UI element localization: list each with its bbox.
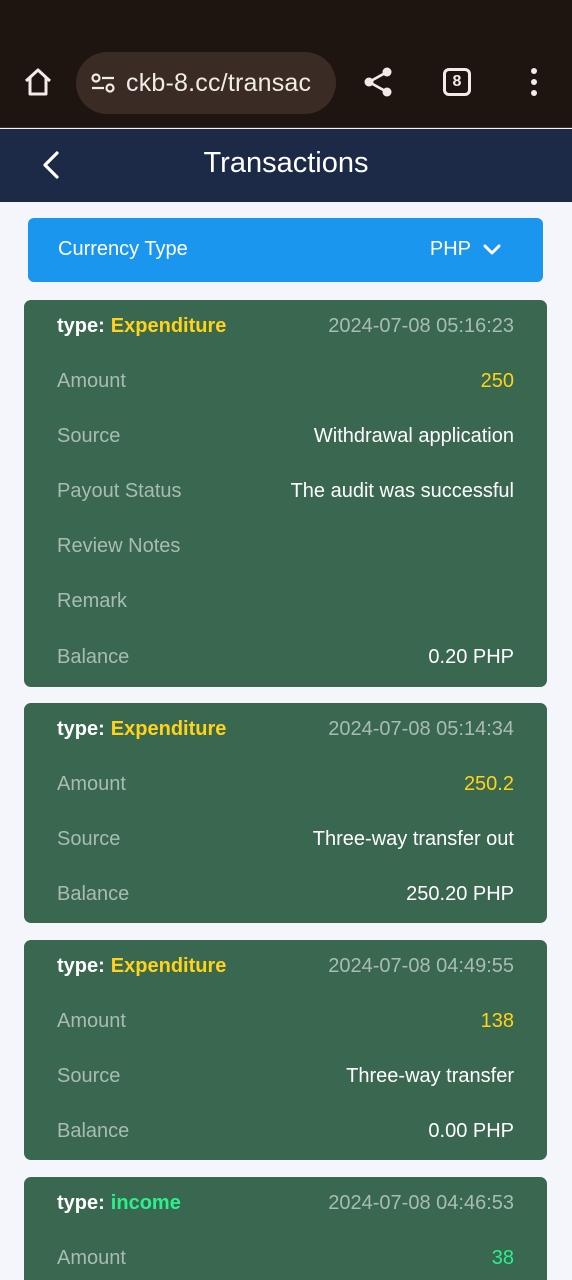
- share-icon[interactable]: [358, 62, 398, 102]
- row-key: Remark: [57, 589, 128, 612]
- row-value: Three-way transfer out: [312, 827, 514, 850]
- row-value: The audit was successful: [290, 479, 514, 502]
- transaction-header: type: Expenditure 2024-07-08 05:16:23: [57, 311, 514, 341]
- type-label: type:: [57, 954, 105, 977]
- row-key: Source: [57, 424, 121, 447]
- transaction-header: type: Expenditure 2024-07-08 05:14:34: [57, 714, 514, 744]
- row-key: Source: [57, 827, 121, 850]
- transaction-datetime: 2024-07-08 05:14:34: [328, 717, 514, 740]
- balance-value: 250.20 PHP: [406, 882, 514, 905]
- transaction-card: type: Expenditure 2024-07-08 05:16:23 Am…: [24, 300, 547, 687]
- amount-value: 38: [491, 1246, 514, 1269]
- row-key: Balance: [57, 882, 130, 905]
- type-label: type:: [57, 717, 105, 740]
- amount-value: 250: [480, 369, 514, 392]
- row-key: Amount: [57, 1246, 126, 1269]
- amount-value: 138: [480, 1009, 514, 1032]
- address-bar[interactable]: ckb-8.cc/transac: [76, 52, 336, 114]
- row-key: Review Notes: [57, 534, 181, 557]
- payout-status-row: Payout Status The audit was successful: [57, 476, 514, 506]
- row-value: Withdrawal application: [313, 424, 514, 447]
- transaction-card: type: income 2024-07-08 04:46:53 Amount …: [24, 1177, 547, 1280]
- row-key: Amount: [57, 369, 126, 392]
- transaction-datetime: 2024-07-08 05:16:23: [328, 314, 514, 337]
- row-key: Balance: [57, 1119, 130, 1142]
- row-key: Source: [57, 1064, 121, 1087]
- review-notes-row: Review Notes: [57, 531, 514, 561]
- amount-row: Amount 138: [57, 1006, 514, 1036]
- balance-row: Balance 0.20 PHP: [57, 642, 514, 672]
- url-text[interactable]: ckb-8.cc/transac: [126, 69, 311, 98]
- row-key: Amount: [57, 772, 126, 795]
- source-row: Source Three-way transfer out: [57, 824, 514, 854]
- transaction-header: type: Expenditure 2024-07-08 04:49:55: [57, 951, 514, 981]
- site-settings-icon[interactable]: [88, 68, 118, 98]
- tab-switcher-button[interactable]: 8: [443, 68, 471, 96]
- type-label: type:: [57, 1191, 105, 1214]
- type-value: Expenditure: [110, 314, 227, 337]
- source-row: Source Three-way transfer: [57, 1061, 514, 1091]
- page-title: Transactions: [203, 147, 369, 179]
- more-options-icon[interactable]: [518, 62, 550, 102]
- type-value: Expenditure: [110, 954, 227, 977]
- amount-row: Amount 38: [57, 1243, 514, 1273]
- type-label: type:: [57, 314, 105, 337]
- home-icon[interactable]: [18, 62, 58, 102]
- transaction-card: type: Expenditure 2024-07-08 04:49:55 Am…: [24, 940, 547, 1160]
- row-value: Three-way transfer: [346, 1064, 514, 1087]
- transaction-datetime: 2024-07-08 04:49:55: [328, 954, 514, 977]
- row-key: Amount: [57, 1009, 126, 1032]
- balance-value: 0.00 PHP: [428, 1119, 514, 1142]
- amount-row: Amount 250: [57, 366, 514, 396]
- balance-row: Balance 250.20 PHP: [57, 879, 514, 909]
- currency-value: PHP: [429, 238, 471, 260]
- chevron-down-icon: [481, 240, 503, 260]
- currency-type-label: Currency Type: [58, 238, 188, 260]
- app-header: Transactions: [0, 129, 572, 202]
- transaction-header: type: income 2024-07-08 04:46:53: [57, 1188, 514, 1218]
- row-key: Payout Status: [57, 479, 182, 502]
- source-row: Source Withdrawal application: [57, 421, 514, 451]
- currency-type-selector[interactable]: Currency Type PHP: [28, 218, 543, 282]
- balance-row: Balance 0.00 PHP: [57, 1116, 514, 1146]
- transaction-card: type: Expenditure 2024-07-08 05:14:34 Am…: [24, 703, 547, 923]
- browser-toolbar: ckb-8.cc/transac 8: [0, 0, 572, 128]
- amount-row: Amount 250.2: [57, 769, 514, 799]
- transaction-datetime: 2024-07-08 04:46:53: [328, 1191, 514, 1214]
- type-value: Expenditure: [110, 717, 227, 740]
- type-value: income: [110, 1191, 181, 1214]
- row-key: Balance: [57, 645, 130, 668]
- remark-row: Remark: [57, 586, 514, 616]
- amount-value: 250.2: [463, 772, 514, 795]
- balance-value: 0.20 PHP: [428, 645, 514, 668]
